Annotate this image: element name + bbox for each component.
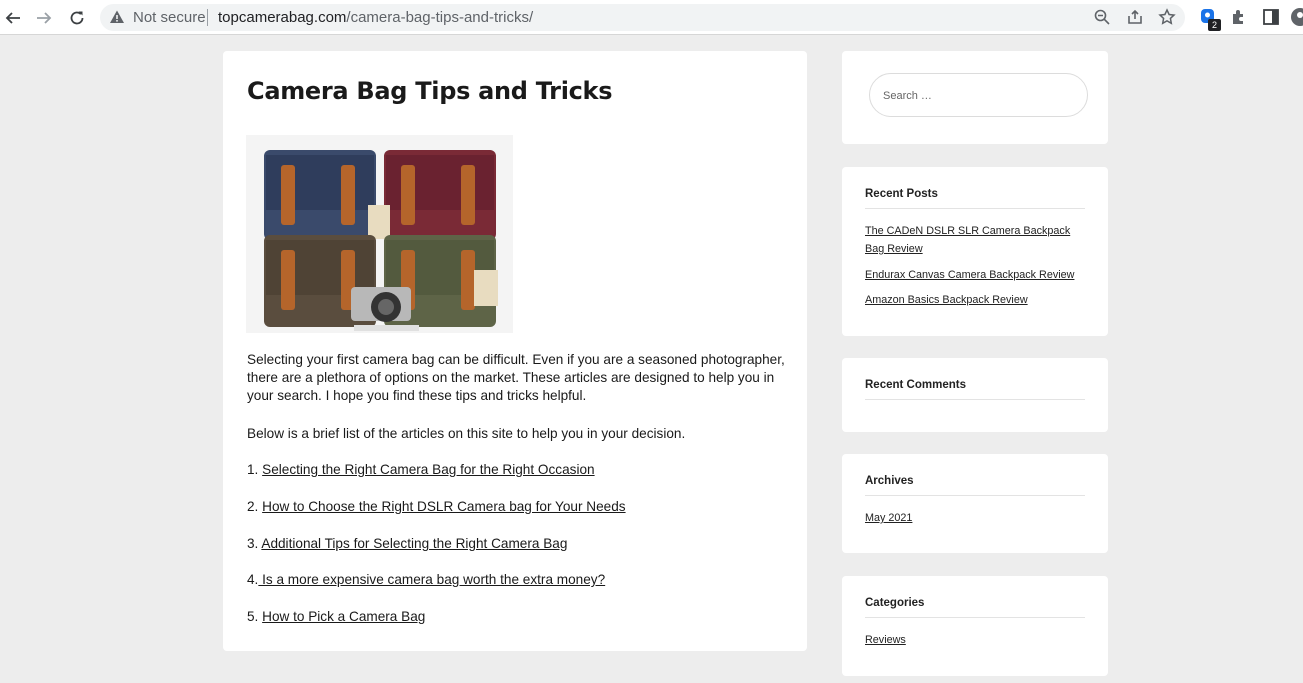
list-intro-paragraph: Below is a brief list of the articles on… <box>247 426 686 441</box>
recent-post-link[interactable]: Endurax Canvas Camera Backpack Review <box>865 266 1087 284</box>
star-icon[interactable] <box>1158 8 1176 26</box>
search-input[interactable]: Search … <box>869 73 1088 117</box>
archives-widget: Archives May 2021 <box>842 454 1108 553</box>
camera-bags-photo <box>246 135 513 333</box>
archive-link[interactable]: May 2021 <box>865 509 1087 527</box>
widget-divider <box>865 208 1085 209</box>
url-domain: topcamerabag.com <box>218 9 347 26</box>
article-link[interactable]: How to Choose the Right DSLR Camera bag … <box>262 499 625 514</box>
article-link[interactable]: Is a more expensive camera bag worth the… <box>258 572 605 587</box>
list-number: 4. <box>247 572 259 587</box>
widget-title: Recent Posts <box>865 188 938 200</box>
omnibox-divider <box>207 9 208 26</box>
list-item: 3. Additional Tips for Selecting the Rig… <box>247 536 567 551</box>
widget-divider <box>865 617 1085 618</box>
intro-paragraph: Selecting your first camera bag can be d… <box>247 352 785 403</box>
security-status[interactable]: Not secure <box>133 9 206 26</box>
list-item: 2. How to Choose the Right DSLR Camera b… <box>247 499 626 514</box>
article-link[interactable]: How to Pick a Camera Bag <box>262 609 425 624</box>
back-button[interactable] <box>2 7 24 29</box>
url-text[interactable]: topcamerabag.com/camera-bag-tips-and-tri… <box>218 9 533 26</box>
list-item: 5. How to Pick a Camera Bag <box>247 609 425 624</box>
back-arrow-icon <box>5 12 20 24</box>
article-card: Camera Bag Tips and Tricks Selecting you… <box>223 51 807 651</box>
article-link[interactable]: Selecting the Right Camera Bag for the R… <box>262 462 594 477</box>
puzzle-icon[interactable] <box>1229 7 1249 27</box>
page-title: Camera Bag Tips and Tricks <box>247 77 613 105</box>
search-widget: Search … <box>842 51 1108 144</box>
list-number: 1. <box>247 462 259 477</box>
url-path: /camera-bag-tips-and-tricks/ <box>346 9 534 26</box>
widget-divider <box>865 495 1085 496</box>
address-bar[interactable]: Not secure topcamerabag.com/camera-bag-t… <box>100 4 1185 31</box>
categories-widget: Categories Reviews <box>842 576 1108 676</box>
forward-arrow-icon <box>37 12 52 24</box>
reload-icon <box>70 11 84 25</box>
reload-button[interactable] <box>66 7 88 29</box>
list-number: 5. <box>247 609 259 624</box>
recent-comments-widget: Recent Comments <box>842 358 1108 432</box>
browser-toolbar: Not secure topcamerabag.com/camera-bag-t… <box>0 0 1303 35</box>
list-item: 4. Is a more expensive camera bag worth … <box>247 572 605 587</box>
article-link[interactable]: Additional Tips for Selecting the Right … <box>261 536 567 551</box>
list-item: 1. Selecting the Right Camera Bag for th… <box>247 462 595 477</box>
recent-posts-widget: Recent Posts The CADeN DSLR SLR Camera B… <box>842 167 1108 336</box>
widget-divider <box>865 399 1085 400</box>
extension-badge: 2 <box>1208 19 1221 31</box>
forward-button[interactable] <box>33 7 55 29</box>
list-number: 2. <box>247 499 259 514</box>
widget-title: Archives <box>865 475 914 487</box>
recent-post-link[interactable]: The CADeN DSLR SLR Camera Backpack Bag R… <box>865 222 1087 258</box>
share-icon[interactable] <box>1126 8 1144 26</box>
recent-post-link[interactable]: Amazon Basics Backpack Review <box>865 291 1087 309</box>
zoom-icon[interactable] <box>1093 8 1111 26</box>
profile-icon[interactable] <box>1290 7 1303 27</box>
category-link[interactable]: Reviews <box>865 631 1087 649</box>
widget-title: Categories <box>865 597 925 609</box>
sidepanel-icon[interactable] <box>1261 7 1281 27</box>
list-number: 3. <box>247 536 259 551</box>
widget-title: Recent Comments <box>865 379 966 391</box>
warning-icon <box>110 10 124 23</box>
